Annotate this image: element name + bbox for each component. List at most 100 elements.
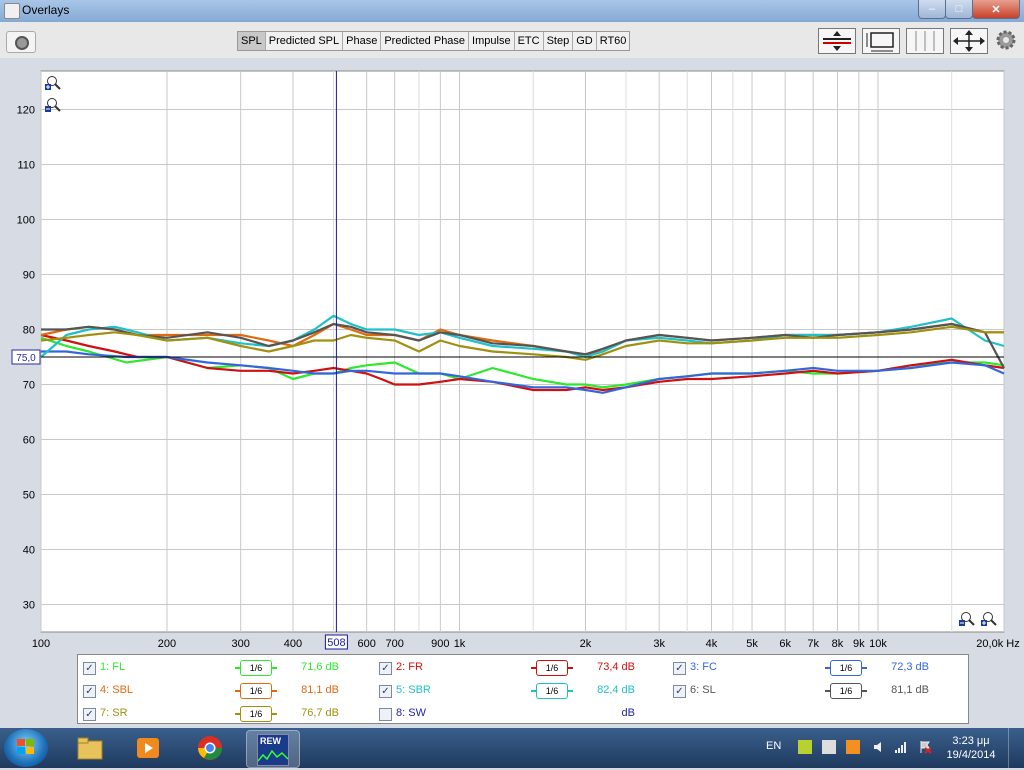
y-tick-label: 110	[17, 160, 35, 172]
tab-step[interactable]: Step	[544, 32, 574, 50]
cursor-label: 508	[327, 637, 345, 649]
reference-label: 75,0	[16, 353, 36, 364]
x-tick-label: 2k	[580, 638, 592, 650]
spl-overlay-chart[interactable]: dB 30 40 50 60 70 80 90 100 110 120 100 200 300 400 600…	[0, 66, 1024, 654]
plot-area[interactable]	[40, 70, 1005, 633]
smoothing-button[interactable]: 1/6	[830, 683, 862, 699]
x-tick-label: 6k	[779, 638, 791, 650]
legend-trace-name[interactable]: 1: FL	[100, 661, 125, 673]
tab-impulse[interactable]: Impulse	[469, 32, 515, 50]
smoothing-button[interactable]: 1/6	[536, 660, 568, 676]
rew-icon: REW	[257, 734, 289, 766]
smoothing-button[interactable]: 1/6	[240, 683, 272, 699]
legend-checkbox[interactable]	[379, 708, 392, 721]
tab-predicted-phase[interactable]: Predicted Phase	[381, 32, 470, 50]
y-tick-label: 40	[23, 545, 35, 557]
legend-trace-name[interactable]: 4: SBL	[100, 684, 133, 696]
legend-trace-name[interactable]: 2: FR	[396, 661, 423, 673]
speaker-icon[interactable]	[872, 740, 886, 754]
clock[interactable]: 3:23 μμ 19/4/2014	[946, 734, 996, 762]
taskbar-rew[interactable]: REW	[246, 730, 300, 768]
legend-checkbox[interactable]: ✓	[83, 708, 96, 721]
tab-predicted-spl[interactable]: Predicted SPL	[266, 32, 344, 50]
tab-gd[interactable]: GD	[573, 32, 597, 50]
move-arrows-icon[interactable]	[950, 28, 988, 54]
x-tick-label: 300	[231, 638, 249, 650]
flag-icon[interactable]	[918, 740, 932, 754]
legend-row: ✓ 7: SR 1/6 76,7 dB 8: SW dB	[83, 704, 963, 724]
close-button[interactable]: ✕	[972, 0, 1020, 19]
folder-icon	[77, 737, 103, 760]
legend-checkbox[interactable]: ✓	[673, 662, 686, 675]
legend-value: 72,3 dB	[891, 661, 929, 673]
java-app-icon	[4, 3, 20, 19]
tab-etc[interactable]: ETC	[515, 32, 544, 50]
title-bar: Overlays – □ ✕	[0, 0, 1024, 22]
legend-value: 81,1 dB	[301, 684, 339, 696]
clock-time: 3:23 μμ	[952, 735, 990, 747]
legend-item-7: ✓ 7: SR 1/6 76,7 dB	[83, 704, 373, 724]
tray-app-icon[interactable]	[798, 740, 812, 754]
legend-item-4: ✓ 4: SBL 1/6 81,1 dB	[83, 681, 373, 701]
show-desktop-button[interactable]	[1008, 728, 1024, 768]
legend-line-stub	[861, 667, 867, 669]
media-player-icon	[137, 738, 159, 758]
legend-value: 76,7 dB	[301, 707, 339, 719]
gear-icon[interactable]	[994, 28, 1018, 52]
maximize-button[interactable]: □	[945, 0, 973, 19]
y-tick-label: 60	[23, 435, 35, 447]
x-tick-label: 4k	[706, 638, 718, 650]
camera-icon[interactable]	[6, 31, 36, 53]
legend-checkbox[interactable]: ✓	[379, 662, 392, 675]
vertical-resize-icon[interactable]	[818, 28, 856, 54]
smoothing-button[interactable]: 1/6	[536, 683, 568, 699]
x-tick-label: 10k	[869, 638, 887, 650]
legend-trace-name[interactable]: 3: FC	[690, 661, 717, 673]
legend-trace-name[interactable]: 5: SBR	[396, 684, 431, 696]
x-tick-label: 400	[284, 638, 302, 650]
taskbar-chrome[interactable]	[184, 730, 236, 766]
network-signal-icon[interactable]	[894, 740, 908, 754]
window-title: Overlays	[22, 3, 70, 17]
legend-item-6: ✓ 6: SL 1/6 81,1 dB	[673, 681, 963, 701]
legend-checkbox[interactable]: ✓	[83, 662, 96, 675]
x-tick-label: 100	[32, 638, 50, 650]
taskbar-media[interactable]	[122, 730, 174, 766]
y-tick-label: 30	[23, 600, 35, 612]
legend-trace-name[interactable]: 7: SR	[100, 707, 128, 719]
tab-rt60[interactable]: RT60	[597, 32, 630, 50]
window-limits-icon[interactable]	[862, 28, 900, 54]
clock-date: 19/4/2014	[946, 749, 996, 761]
legend-panel: ✓ 1: FL 1/6 71,6 dB ✓ 2: FR 1/6 73,4 dB ✓ 3: FC 1/…	[77, 654, 969, 724]
taskbar-explorer[interactable]	[64, 730, 116, 766]
smoothing-button[interactable]: 1/6	[830, 660, 862, 676]
taskbar: REW EN 3:23 μμ 19/4/2014	[0, 728, 1024, 768]
legend-value: 81,1 dB	[891, 684, 929, 696]
legend-line-stub	[861, 690, 867, 692]
tab-phase[interactable]: Phase	[343, 32, 382, 50]
y-tick-label: 90	[23, 270, 35, 282]
language-indicator[interactable]: EN	[766, 740, 781, 752]
tray-clipboard-icon[interactable]	[822, 740, 836, 754]
legend-value: 73,4 dB	[597, 661, 635, 673]
legend-checkbox[interactable]: ✓	[83, 685, 96, 698]
legend-line-stub	[271, 667, 277, 669]
legend-trace-name[interactable]: 8: SW	[396, 707, 426, 719]
x-tick-label: 8k	[832, 638, 844, 650]
grid-icon[interactable]	[906, 28, 944, 54]
legend-row: ✓ 4: SBL 1/6 81,1 dB ✓ 5: SBR 1/6 82,4 dB ✓ 6: SL…	[83, 681, 963, 701]
legend-trace-name[interactable]: 6: SL	[690, 684, 716, 696]
minimize-button[interactable]: –	[918, 0, 946, 19]
tray-update-icon[interactable]	[846, 740, 860, 754]
legend-line-stub	[567, 667, 573, 669]
legend-line-stub	[567, 690, 573, 692]
start-button[interactable]	[4, 729, 48, 767]
x-tick-label: 200	[158, 638, 176, 650]
tab-spl[interactable]: SPL	[238, 32, 266, 50]
smoothing-button[interactable]: 1/6	[240, 660, 272, 676]
smoothing-button[interactable]: 1/6	[240, 706, 272, 722]
legend-checkbox[interactable]: ✓	[379, 685, 392, 698]
y-tick-label: 100	[17, 215, 35, 227]
legend-item-2: ✓ 2: FR 1/6 73,4 dB	[379, 658, 669, 678]
legend-checkbox[interactable]: ✓	[673, 685, 686, 698]
